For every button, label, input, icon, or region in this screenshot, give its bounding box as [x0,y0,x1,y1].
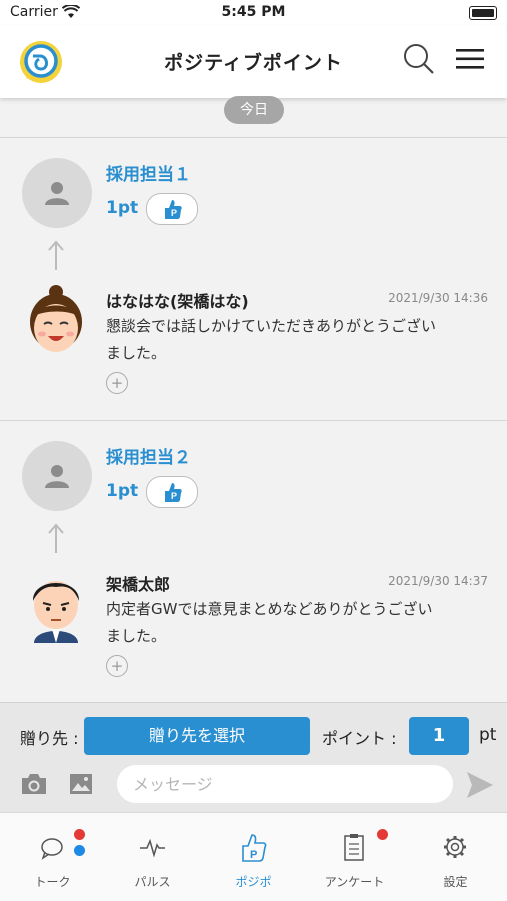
recipient-name[interactable]: 採用担当１ [106,160,191,185]
tab-talk[interactable]: トーク [2,813,103,901]
add-reaction-button[interactable]: + [106,372,128,394]
svg-text:P: P [171,208,177,218]
message-line: ました。 [106,344,167,362]
thumbs-up-p-badge[interactable]: P [146,193,198,225]
sender-name: 架橋太郎 [106,575,171,594]
message-text: 内定者GWでは意見まとめなどありがとうござい ました。 [106,596,490,650]
tab-label: ポジポ [235,875,272,889]
thumbs-up-p-icon: P [165,483,182,502]
person-icon [45,465,69,488]
clock: 5:45 PM [221,4,286,20]
recipient-avatar[interactable] [22,158,92,228]
thumbs-up-p-icon: P [165,200,182,219]
notification-badge [377,829,388,840]
notification-badge [74,845,85,856]
tab-survey[interactable]: アンケート [304,813,405,901]
points-value: 1pt [106,481,139,501]
tab-label: アンケート [324,875,385,889]
notification-badge [74,829,85,840]
svg-text:P: P [171,491,177,501]
battery-icon [469,6,497,20]
points-selector[interactable]: 1 [409,717,469,755]
sender-name: はなはな(架橋はな) [106,292,249,311]
thumbs-up-p-badge[interactable]: P [146,476,198,508]
points-value: 1pt [106,198,139,218]
camera-icon[interactable] [20,772,48,796]
svg-text:P: P [250,849,257,861]
sender-avatar-man[interactable] [24,567,88,643]
recipient-name[interactable]: 採用担当２ [106,443,191,468]
image-icon[interactable] [69,772,93,796]
select-recipient-button[interactable]: 贈り先を選択 [84,717,310,755]
message-line: 懇談会では話しかけていただきありがとうござい [106,317,437,335]
feed-card: 採用担当１ 1pt P はなはな(架橋はな) 2021/9/30 14:36 懇… [0,138,507,420]
status-bar: Carrier 5:45 PM [0,0,507,26]
tab-bar: トーク パルス P ポジポ アンケート 設定 [0,812,507,901]
tab-settings[interactable]: 設定 [405,813,506,901]
date-chip: 今日 [224,96,284,124]
pulse-icon [140,838,165,858]
message-input[interactable] [117,765,453,803]
message-line: ました。 [106,627,167,645]
tab-posipo[interactable]: P ポジポ [203,813,304,901]
points-label: ポイント : [322,729,397,748]
tab-label: トーク [34,875,71,889]
arrow-up-icon [48,240,64,270]
person-icon [45,182,69,205]
sender-avatar-woman[interactable] [24,284,88,360]
hamburger-menu-icon[interactable] [456,48,484,70]
send-icon[interactable] [465,770,495,800]
search-icon[interactable] [402,42,436,76]
points-unit: pt [479,725,497,745]
tab-label: 設定 [443,875,468,889]
thumbs-up-p-icon: P [242,834,267,862]
recipient-avatar[interactable] [22,441,92,511]
gear-icon [444,836,466,858]
chat-bubble-icon [41,838,63,860]
add-reaction-button[interactable]: + [106,655,128,677]
arrow-up-icon [48,523,64,553]
timestamp: 2021/9/30 14:37 [388,574,488,588]
point-feed: 採用担当１ 1pt P はなはな(架橋はな) 2021/9/30 14:36 懇… [0,98,507,702]
message-text: 懇談会では話しかけていただきありがとうござい ました。 [106,313,490,367]
clipboard-icon [344,834,364,861]
compose-panel: 贈り先 : 贈り先を選択 ポイント : 1 pt [0,702,507,813]
recipient-label: 贈り先 : [20,729,79,748]
tab-pulse[interactable]: パルス [102,813,203,901]
message-line: 内定者GWでは意見まとめなどありがとうござい [106,600,433,618]
timestamp: 2021/9/30 14:36 [388,291,488,305]
app-header: ポジティブポイント [0,26,507,98]
tab-label: パルス [134,875,171,889]
feed-card: 採用担当２ 1pt P 架橋太郎 2021/9/30 14:37 内定者GWでは… [0,421,507,702]
